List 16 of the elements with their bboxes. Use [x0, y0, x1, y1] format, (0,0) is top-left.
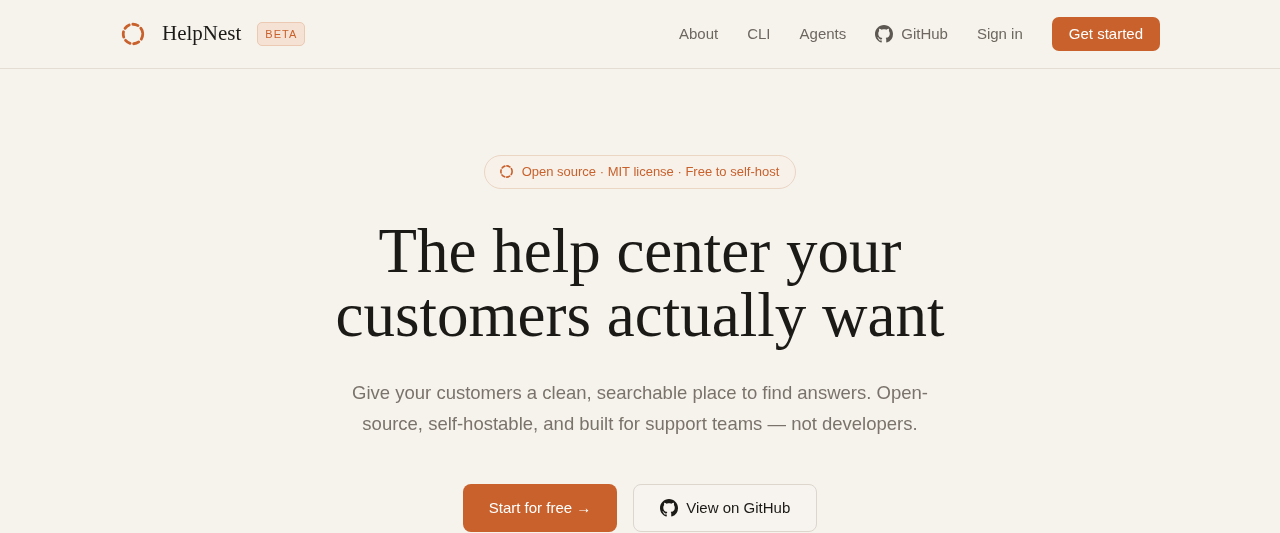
start-button[interactable]: Start for free → — [462, 483, 618, 532]
github-button[interactable]: View on GitHub — [633, 483, 818, 532]
github-icon — [875, 25, 894, 43]
nav-link[interactable]: Sign in — [976, 22, 1023, 46]
nav-link[interactable]: CLI — [747, 22, 771, 46]
beta-badge: BETA — [257, 21, 306, 47]
spinner-icon — [498, 164, 514, 180]
get-started-button[interactable]: Get started — [1051, 16, 1160, 52]
pill-text: Open source · MIT license · Free to self-host — [521, 163, 780, 181]
nav-link[interactable]: About — [679, 22, 719, 46]
hero-subtitle: Give your customers a clean, searchable place to find answers. Open-source, self-hostable, and built for support teams — not developers. — [351, 380, 929, 436]
nav-link[interactable]: GitHub — [875, 22, 948, 46]
github-icon — [660, 498, 679, 517]
spinner-icon — [120, 21, 146, 47]
nav-link[interactable]: Agents — [799, 22, 847, 46]
brand-name: HelpNest — [162, 20, 242, 48]
